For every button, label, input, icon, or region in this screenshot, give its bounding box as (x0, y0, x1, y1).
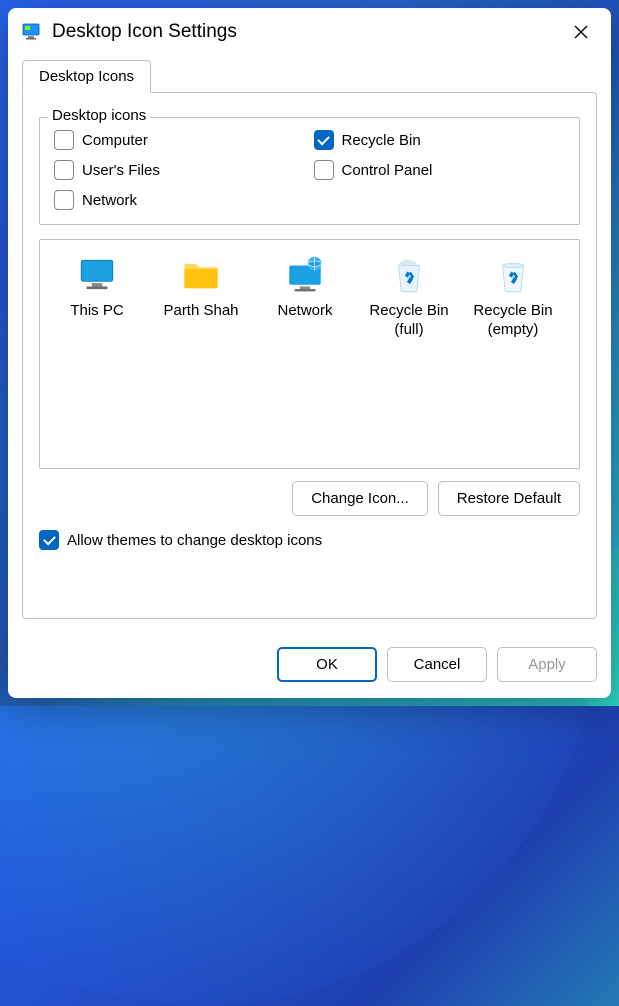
cancel-button[interactable]: Cancel (387, 647, 487, 682)
app-icon (22, 22, 42, 42)
icon-label: Recycle Bin (empty) (466, 302, 560, 340)
checkbox-label: Allow themes to change desktop icons (67, 532, 322, 549)
monitor-icon (50, 254, 144, 298)
checkbox-label: User's Files (82, 162, 160, 179)
recycle-full-icon (362, 254, 456, 298)
icon-button-row: Change Icon... Restore Default (39, 481, 580, 516)
checkbox-icon (54, 160, 74, 180)
icon-label: This PC (50, 302, 144, 321)
restore-default-button[interactable]: Restore Default (438, 481, 580, 516)
dialog-title: Desktop Icon Settings (52, 21, 565, 43)
dialog-content: Desktop Icons Desktop icons Computer Rec… (8, 54, 611, 633)
checkbox-label: Computer (82, 132, 148, 149)
close-button[interactable] (565, 16, 597, 48)
checkbox-network[interactable]: Network (54, 190, 306, 210)
checkbox-icon (54, 130, 74, 150)
checkbox-computer[interactable]: Computer (54, 130, 306, 150)
apply-button[interactable]: Apply (497, 647, 597, 682)
checkbox-icon (314, 160, 334, 180)
checkbox-allow-themes[interactable]: Allow themes to change desktop icons (39, 530, 580, 550)
checkbox-users-files[interactable]: User's Files (54, 160, 306, 180)
icon-label: Parth Shah (154, 302, 248, 321)
recycle-empty-icon (466, 254, 560, 298)
checkbox-label: Control Panel (342, 162, 433, 179)
icon-item-recycle-empty[interactable]: Recycle Bin (empty) (464, 250, 562, 344)
icon-preview-list[interactable]: This PC Parth Shah (39, 239, 580, 469)
checkbox-label: Network (82, 192, 137, 209)
checkbox-icon (39, 530, 59, 550)
desktop-icon-settings-dialog: Desktop Icon Settings Desktop Icons Desk… (8, 8, 611, 698)
icon-item-this-pc[interactable]: This PC (48, 250, 146, 325)
icon-item-recycle-full[interactable]: Recycle Bin (full) (360, 250, 458, 344)
ok-button[interactable]: OK (277, 647, 377, 682)
checkbox-recycle-bin[interactable]: Recycle Bin (314, 130, 566, 150)
checkbox-label: Recycle Bin (342, 132, 421, 149)
network-icon (258, 254, 352, 298)
checkbox-icon (54, 190, 74, 210)
icon-item-user-folder[interactable]: Parth Shah (152, 250, 250, 325)
checkbox-control-panel[interactable]: Control Panel (314, 160, 566, 180)
icon-label: Recycle Bin (full) (362, 302, 456, 340)
tab-desktop-icons[interactable]: Desktop Icons (22, 60, 151, 93)
change-icon-button[interactable]: Change Icon... (292, 481, 428, 516)
tab-panel: Desktop icons Computer Recycle Bin User'… (22, 92, 597, 619)
tab-strip: Desktop Icons (22, 60, 597, 92)
close-icon (574, 25, 588, 39)
checkbox-icon (314, 130, 334, 150)
folder-icon (154, 254, 248, 298)
icon-item-network[interactable]: Network (256, 250, 354, 325)
dialog-button-row: OK Cancel Apply (8, 633, 611, 698)
icon-label: Network (258, 302, 352, 321)
fieldset-legend: Desktop icons (48, 107, 150, 124)
desktop-icons-fieldset: Desktop icons Computer Recycle Bin User'… (39, 117, 580, 225)
titlebar: Desktop Icon Settings (8, 8, 611, 54)
